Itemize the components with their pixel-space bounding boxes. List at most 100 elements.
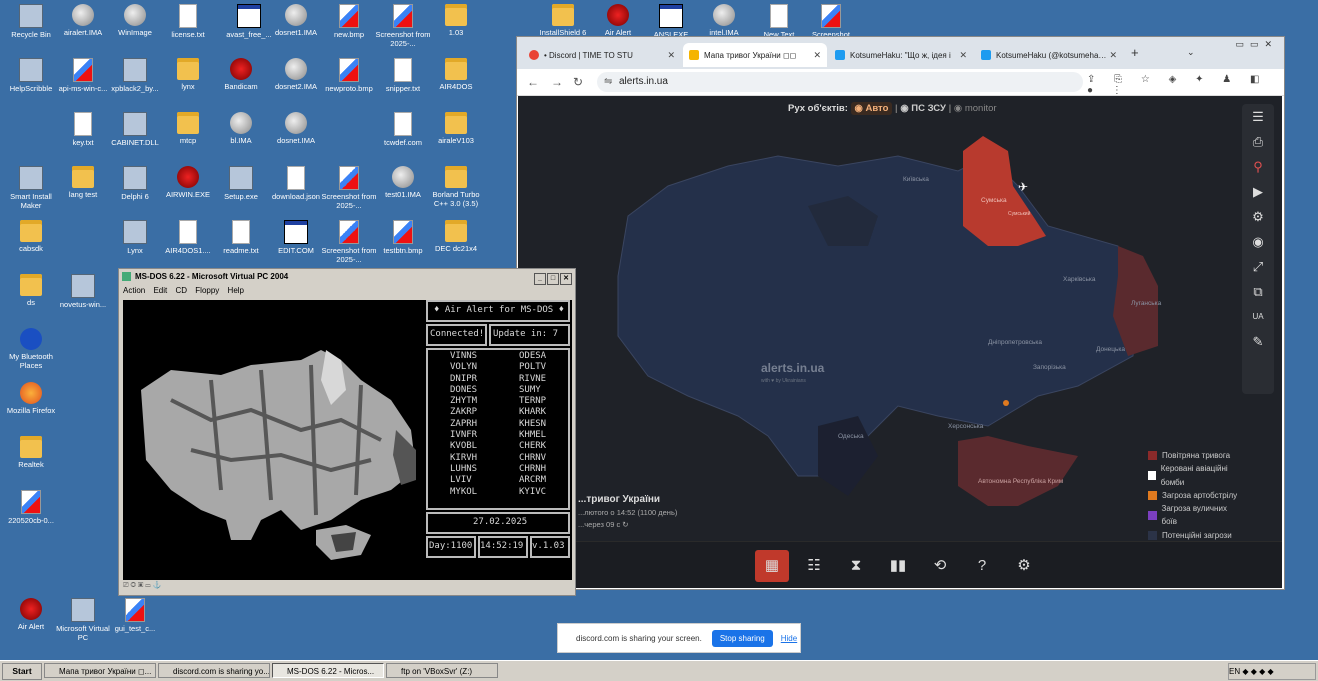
youtube-icon[interactable]: ▶ [1242, 179, 1274, 204]
taskbar-button-msdos[interactable]: MS-DOS 6.22 - Micros... [272, 663, 384, 678]
desktop-icon[interactable]: My Bluetooth Places [0, 328, 62, 370]
close-icon[interactable]: ✕ [667, 50, 675, 61]
desktop-icon[interactable]: Setup.exe [210, 166, 272, 201]
desktop-icon[interactable]: gui_test_c... [104, 598, 166, 633]
desktop-icon[interactable]: AIR4DOS [425, 58, 487, 91]
stats-icon[interactable]: ▮▮ [881, 550, 915, 582]
bt-icon [20, 328, 42, 350]
back-icon[interactable]: ← [527, 75, 539, 89]
desktop-icon[interactable]: readme.txt [210, 220, 272, 255]
desktop-icon[interactable]: Screenshot from 2025-... [318, 220, 380, 264]
history-icon[interactable]: ⟲ [923, 550, 957, 582]
desktop-icon[interactable]: Bandicam [210, 58, 272, 91]
map-icon[interactable]: ▦ [755, 550, 789, 582]
desktop-icon[interactable]: InstallShield 6 [532, 4, 594, 37]
taskbar-button-alerts[interactable]: Мапа тривог України ◻... [44, 663, 156, 678]
desktop-icon[interactable]: Mozilla Firefox [0, 382, 62, 415]
menu-floppy[interactable]: Floppy [195, 286, 219, 295]
desktop-icon[interactable]: Screenshot [800, 4, 862, 39]
desktop-icon[interactable]: Borland Turbo C++ 3.0 (3.5) [425, 166, 487, 208]
desktop-icon[interactable]: dosnet.IMA [265, 112, 327, 145]
side-toolbar: ☰ ⎙ ⚲ ▶ ⚙ ◉ ⤢ ⧉ UA ✎ [1242, 104, 1274, 394]
tab-label: • Discord | TIME TO STU [544, 50, 633, 60]
tab-twitter-1[interactable]: KotsumeHaku: "Що ж, ідея і ✕ [829, 43, 973, 67]
hide-link[interactable]: Hide [781, 634, 797, 643]
reload-icon[interactable]: ↻ [573, 75, 583, 89]
vpc-titlebar[interactable]: MS-DOS 6.22 - Microsoft Virtual PC 2004 … [119, 269, 575, 285]
desktop-icon[interactable]: bl.IMA [210, 112, 272, 145]
taskbar-button-ftp[interactable]: ftp on 'VBoxSvr' (Z:) [386, 663, 498, 678]
camera-icon[interactable]: ◉ [1242, 229, 1274, 254]
tab-alerts-map[interactable]: Мапа тривог України ◻◻ ✕ [683, 43, 827, 67]
dos-version: v.1.03 [532, 541, 565, 551]
movement-filter: Рух об'єктів: ◉ Авто | ◉ ПС ЗСУ | ◉ moni… [788, 102, 997, 115]
window-controls[interactable]: ▭▭✕ [1235, 39, 1278, 50]
disk-icon [285, 112, 307, 134]
desktop-icon[interactable]: airaleV103 [425, 112, 487, 145]
site-info-icon[interactable]: ⇋ [604, 72, 612, 92]
disk-icon [230, 112, 252, 134]
disk-icon [72, 4, 94, 26]
vpc-window-controls[interactable]: _ □ ✕ [533, 270, 572, 285]
tab-discord[interactable]: • Discord | TIME TO STU ✕ [523, 43, 681, 67]
edit-icon[interactable]: ✎ [1242, 329, 1274, 354]
img-icon [339, 166, 359, 190]
close-icon[interactable]: ✕ [959, 50, 967, 61]
radio-icon[interactable]: ⎙ [1242, 129, 1274, 154]
filter-auto[interactable]: ◉ Авто [850, 102, 893, 115]
fullscreen-icon[interactable]: ⤢ [1242, 254, 1274, 279]
desktop-icon[interactable]: Screenshot from 2025-... [318, 166, 380, 210]
tab-twitter-2[interactable]: KotsumeHaku (@kotsumeha… ✕ [975, 43, 1123, 67]
url-field[interactable]: ⇋ alerts.in.ua [597, 72, 1083, 92]
desktop-icon[interactable]: 1.03 [425, 4, 487, 37]
ukraine-map-svg[interactable] [518, 96, 1240, 543]
menu-cd[interactable]: CD [176, 286, 188, 295]
start-button[interactable]: Start [2, 663, 42, 680]
system-tray[interactable]: EN ◆ ◆ ◆ ◆ [1228, 663, 1316, 680]
menu-edit[interactable]: Edit [153, 286, 167, 295]
list-icon[interactable]: ☷ [797, 550, 831, 582]
menu-icon[interactable]: ☰ [1242, 104, 1274, 129]
desktop-icon[interactable]: novetus-win... [52, 274, 114, 309]
language-icon[interactable]: UA [1242, 304, 1274, 329]
menu-action[interactable]: Action [123, 286, 145, 295]
browser-toolbar-icons[interactable]: ⇪ ⎘ ☆ ◈ ✦ ♟ ◧ ● ⋮ [1087, 74, 1284, 96]
filter-zsu[interactable]: ◉ ПС ЗСУ [900, 103, 946, 114]
desktop-icon[interactable]: license.txt [157, 4, 219, 39]
help-icon[interactable]: ? [965, 550, 999, 582]
desktop-icon[interactable]: cabsdk [0, 220, 62, 253]
route-icon[interactable]: ⚲ [1242, 154, 1274, 179]
vpc-status-icons[interactable]: ⎚ ◎ ▣ ▭ ⚓ [123, 582, 161, 589]
settings-icon[interactable]: ⚙ [1242, 204, 1274, 229]
folder-icon [445, 220, 467, 242]
settings-icon[interactable]: ⚙ [1007, 550, 1041, 582]
hourglass-icon[interactable]: ⧗ [839, 550, 873, 582]
file-icon [394, 58, 412, 82]
menu-help[interactable]: Help [228, 286, 244, 295]
map-updated-text: ...лютого о 14:52 (1100 день) [578, 508, 678, 517]
close-icon[interactable]: ✕ [1109, 50, 1117, 61]
oblast-label-dnipro: Дніпропетровська [988, 339, 1042, 346]
desktop-icon[interactable]: intel.IMA [693, 4, 755, 37]
desktop-icon[interactable]: Realtek [0, 436, 62, 469]
taskbar-button-discord[interactable]: discord.com is sharing yo... [158, 663, 270, 678]
filter-monitor[interactable]: ◉ monitor [954, 103, 997, 114]
desktop-icon[interactable]: DEC dc21x4 [425, 220, 487, 253]
new-tab-button[interactable]: + [1131, 45, 1139, 60]
dos-screen[interactable]: ♦ Air Alert for MS-DOS ♦ Connected! Upda… [123, 300, 572, 580]
desktop-icon[interactable]: new.bmp [318, 4, 380, 39]
desktop-icon[interactable]: 220520cb-0... [0, 490, 62, 525]
alert-map[interactable]: Сумська Сумський Луганська Автономна Рес… [518, 96, 1240, 566]
close-icon[interactable]: ✕ [813, 50, 821, 61]
stop-sharing-button[interactable]: Stop sharing [711, 629, 773, 647]
virtual-pc-window: MS-DOS 6.22 - Microsoft Virtual PC 2004 … [118, 268, 576, 596]
copy-icon[interactable]: ⧉ [1242, 279, 1274, 304]
desktop-icon[interactable]: newproto.bmp [318, 58, 380, 93]
forward-icon[interactable]: → [551, 75, 563, 89]
discord-favicon-icon [529, 50, 539, 60]
folder-icon [552, 4, 574, 26]
tab-search-icon[interactable]: ⌄ [1187, 47, 1195, 58]
folder-icon [20, 436, 42, 458]
file-icon [394, 112, 412, 136]
screen-share-bar: discord.com is sharing your screen. Stop… [557, 623, 801, 653]
